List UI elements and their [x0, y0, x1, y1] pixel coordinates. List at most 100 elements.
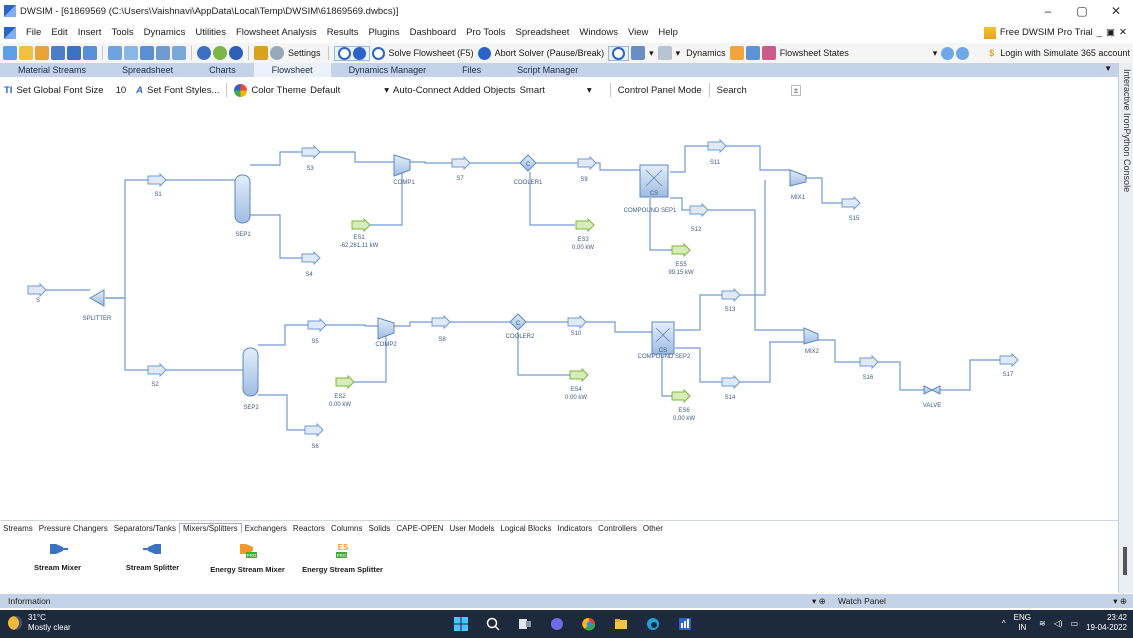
valve-icon[interactable]: [923, 385, 941, 395]
objtab-mixers-splitters[interactable]: Mixers/Splitters: [178, 523, 242, 533]
teams-chat-icon[interactable]: [548, 615, 566, 633]
objtab-logical-blocks[interactable]: Logical Blocks: [497, 524, 554, 533]
menu-tools[interactable]: Tools: [106, 27, 138, 38]
states-chart-icon[interactable]: [761, 46, 776, 60]
objtab-user-models[interactable]: User Models: [446, 524, 497, 533]
battery-icon[interactable]: ▭: [1071, 619, 1079, 628]
pipeline-icon[interactable]: [745, 46, 760, 60]
save-all-icon[interactable]: [83, 46, 97, 60]
menu-file[interactable]: File: [21, 27, 46, 38]
flowsheet-diagram[interactable]: C C CS CS S S1 S2 S3 S4 S5 S6 S7 S8 S9 S…: [0, 100, 1118, 518]
watch-panel-pin-icon[interactable]: ▾ ⊕: [1113, 596, 1127, 607]
maximize-button[interactable]: ▢: [1065, 0, 1099, 22]
dynamics-tool-icon[interactable]: [657, 46, 672, 60]
dashboard-icon[interactable]: [254, 46, 268, 60]
new-compound-icon[interactable]: [108, 46, 122, 60]
flowsheet-canvas[interactable]: C C CS CS S S1 S2 S3 S4 S5 S6 S7 S8 S9 S…: [0, 100, 1118, 518]
menu-spreadsheet[interactable]: Spreadsheet: [511, 27, 575, 38]
comp2-compressor-icon[interactable]: [377, 317, 395, 340]
menu-flowsheet-analysis[interactable]: Flowsheet Analysis: [231, 27, 322, 38]
objtab-cape-open[interactable]: CAPE-OPEN: [393, 524, 446, 533]
control-panel-mode-button[interactable]: Control Panel Mode: [618, 85, 702, 96]
font-size-input[interactable]: 10: [116, 85, 127, 96]
information-panel-tab[interactable]: Information: [8, 596, 51, 606]
palette-energy-stream-splitter[interactable]: ES PRO Energy Stream Splitter: [295, 535, 390, 574]
wifi-icon[interactable]: ≋: [1039, 619, 1046, 628]
edge-icon[interactable]: [644, 615, 662, 633]
mix2-mixer-icon[interactable]: [803, 327, 819, 345]
open-folder-icon[interactable]: [19, 46, 33, 60]
search-options-icon[interactable]: ±: [790, 84, 802, 96]
minimize-button[interactable]: –: [1031, 0, 1065, 22]
objtab-separators-tanks[interactable]: Separators/Tanks: [111, 524, 179, 533]
chrome-icon[interactable]: [580, 615, 598, 633]
states-dropdown-icon[interactable]: ▾: [931, 48, 940, 59]
state-prev-icon[interactable]: [941, 46, 955, 60]
sep2-vessel-icon[interactable]: [242, 347, 259, 397]
language-indicator[interactable]: ENG IN: [1014, 613, 1031, 633]
menu-dynamics[interactable]: Dynamics: [139, 27, 191, 38]
power-icon[interactable]: [337, 46, 351, 60]
open-samples-icon[interactable]: [35, 46, 49, 60]
objtab-reactors[interactable]: Reactors: [290, 524, 328, 533]
power-toggle[interactable]: [608, 45, 630, 61]
volume-icon[interactable]: ◁): [1054, 619, 1063, 628]
tab-script-manager[interactable]: Script Manager: [499, 63, 596, 77]
help-icon[interactable]: [197, 46, 211, 60]
abort-solver-button[interactable]: Abort Solver (Pause/Break): [493, 48, 607, 58]
menu-pro-tools[interactable]: Pro Tools: [461, 27, 510, 38]
solve-flowsheet-button[interactable]: Solve Flowsheet (F5): [387, 48, 476, 58]
window-layout-icon[interactable]: [172, 46, 186, 60]
menu-plugins[interactable]: Plugins: [363, 27, 404, 38]
watch-panel-tab[interactable]: Watch Panel: [838, 596, 886, 606]
tab-flowsheet[interactable]: Flowsheet: [253, 63, 331, 77]
simulation-settings-icon[interactable]: [124, 46, 138, 60]
windows-start-icon[interactable]: [452, 615, 470, 633]
mdi-minimize-icon[interactable]: _: [1097, 27, 1102, 38]
tab-charts[interactable]: Charts: [191, 63, 254, 77]
task-view-icon[interactable]: [516, 615, 534, 633]
splitter-icon[interactable]: [88, 289, 105, 307]
search-input[interactable]: Search: [717, 85, 747, 96]
menu-results[interactable]: Results: [322, 27, 364, 38]
auto-connect-select[interactable]: Smart ▾: [520, 85, 592, 96]
objtab-other[interactable]: Other: [640, 524, 666, 533]
dynamics-tool-dropdown-icon[interactable]: ▾: [674, 48, 683, 59]
objtab-columns[interactable]: Columns: [328, 524, 366, 533]
menu-edit[interactable]: Edit: [46, 27, 72, 38]
login-simulate365-button[interactable]: Login with Simulate 365 account: [998, 48, 1132, 58]
dynamics-button[interactable]: Dynamics: [684, 48, 728, 58]
ironpython-console-tab[interactable]: Interactive IronPython Console: [1118, 63, 1133, 593]
palette-scrollbar[interactable]: [1123, 547, 1127, 575]
objtab-solids[interactable]: Solids: [366, 524, 394, 533]
objtab-pressure-changers[interactable]: Pressure Changers: [36, 524, 111, 533]
tab-dynamics-manager[interactable]: Dynamics Manager: [331, 63, 445, 77]
weather-widget[interactable]: 31°C Mostly clear: [8, 613, 71, 633]
web-icon[interactable]: [213, 46, 227, 60]
integrator-icon[interactable]: [729, 46, 744, 60]
objtab-exchangers[interactable]: Exchangers: [242, 524, 290, 533]
file-explorer-icon[interactable]: [612, 615, 630, 633]
palette-stream-splitter[interactable]: Stream Splitter: [105, 535, 200, 572]
save-icon[interactable]: [51, 46, 65, 60]
information-pin-icon[interactable]: ▾ ⊕: [812, 596, 826, 607]
menu-dashboard[interactable]: Dashboard: [405, 27, 461, 38]
about-icon[interactable]: [229, 46, 243, 60]
search-icon[interactable]: [484, 615, 502, 633]
new-file-icon[interactable]: [3, 46, 17, 60]
tab-spreadsheet[interactable]: Spreadsheet: [104, 63, 191, 77]
mdi-document-icon[interactable]: [4, 26, 16, 39]
comp1-compressor-icon[interactable]: [393, 154, 411, 177]
tray-overflow-chevron-icon[interactable]: ^: [1002, 619, 1006, 628]
menu-utilities[interactable]: Utilities: [190, 27, 231, 38]
sep1-vessel-icon[interactable]: [234, 174, 251, 224]
menu-windows[interactable]: Windows: [574, 27, 623, 38]
menu-help[interactable]: Help: [653, 27, 683, 38]
window-tile-icon[interactable]: [140, 46, 154, 60]
chart-tool-icon[interactable]: [631, 46, 646, 60]
free-pro-trial-link[interactable]: Free DWSIM Pro Trial: [1000, 27, 1093, 38]
tab-material-streams[interactable]: Material Streams: [0, 63, 104, 77]
palette-stream-mixer[interactable]: Stream Mixer: [10, 535, 105, 572]
mix1-mixer-icon[interactable]: [789, 169, 807, 187]
clock[interactable]: 23:42 19-04-2022: [1086, 613, 1127, 633]
